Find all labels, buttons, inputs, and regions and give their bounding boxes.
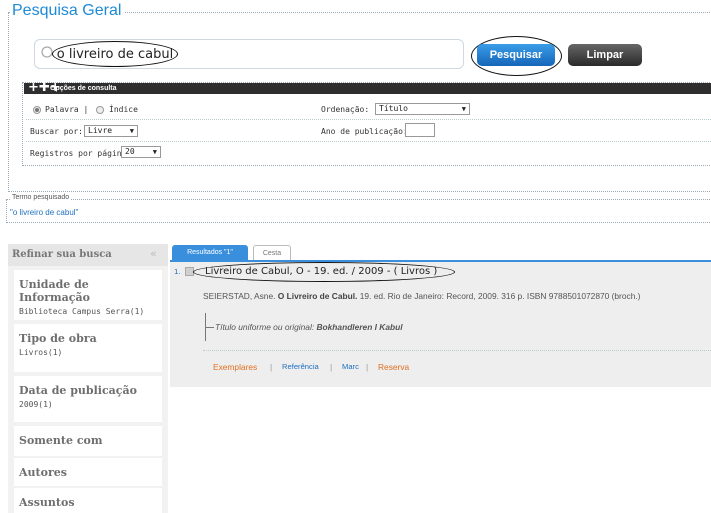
page-title: Pesquisa Geral xyxy=(10,2,126,20)
sort-select[interactable]: Título ▼ xyxy=(375,103,470,115)
facet-title: Tipo de obra xyxy=(19,332,97,345)
link-reserva[interactable]: Reserva xyxy=(378,362,409,372)
link-separator: | xyxy=(330,362,333,372)
chevron-down-icon: ▼ xyxy=(152,148,157,156)
facet-assuntos[interactable]: Assuntos xyxy=(14,488,162,513)
options-header[interactable] xyxy=(24,83,711,94)
facet-data[interactable]: Data de publicação 2009(1) xyxy=(14,376,162,422)
clear-button[interactable]: Limpar xyxy=(568,44,642,66)
search-button[interactable]: Pesquisar xyxy=(477,44,555,66)
facet-title: Assuntos xyxy=(19,496,75,509)
year-input[interactable] xyxy=(405,123,435,137)
tab-results[interactable]: Resultados "1" xyxy=(172,245,248,260)
divider xyxy=(26,119,711,120)
facet-value[interactable]: Biblioteca Campus Serra(1) xyxy=(19,307,157,316)
search-term-value: "o livreiro de cabul" xyxy=(10,208,79,217)
facet-tipo[interactable]: Tipo de obra Livros(1) xyxy=(14,324,162,372)
divider xyxy=(203,350,711,351)
uniform-value: Bokhandleren I Kabul xyxy=(316,322,403,332)
search-by-label: Buscar por: xyxy=(30,127,83,136)
result-author: SEIERSTAD, Asne. xyxy=(203,291,276,301)
search-term-title: Termo pesquisado xyxy=(10,194,72,201)
link-marc[interactable]: Marc xyxy=(342,362,359,371)
uniform-bracket-dash xyxy=(205,327,214,328)
per-page-select[interactable]: 20 ▼ xyxy=(121,146,161,158)
facet-title: Unidade de Informação xyxy=(19,278,90,304)
link-exemplares[interactable]: Exemplares xyxy=(213,362,257,372)
per-page-value: 20 xyxy=(125,147,135,156)
link-referencia[interactable]: Referência xyxy=(282,362,319,371)
uniform-label: Título uniforme ou original: xyxy=(215,322,315,332)
result-number: 1. xyxy=(174,268,181,276)
facet-somente[interactable]: Somente com xyxy=(14,426,162,456)
collapse-icon[interactable]: « xyxy=(150,247,157,260)
result-work-title: O Livreiro de Cabul. xyxy=(277,291,358,301)
search-by-value: Livre xyxy=(88,126,113,135)
radio-word[interactable] xyxy=(33,106,41,114)
uniform-title: Título uniforme ou original: Bokhandlere… xyxy=(215,322,403,332)
radio-word-label: Palavra | xyxy=(45,105,89,114)
result-details: 19. ed. Rio de Janeiro: Record, 2009. 31… xyxy=(359,291,641,301)
radio-index[interactable] xyxy=(96,106,104,114)
facet-title: Autores xyxy=(19,466,67,479)
link-separator: | xyxy=(270,362,273,372)
search-input[interactable]: o livreiro de cabul xyxy=(52,41,178,67)
sort-label: Ordenação: xyxy=(321,105,370,114)
options-title: Opções de consulta xyxy=(50,85,117,92)
facet-autores[interactable]: Autores xyxy=(14,458,162,486)
result-description: SEIERSTAD, Asne. O Livreiro de Cabul. 19… xyxy=(203,291,640,301)
chevron-down-icon: ▼ xyxy=(461,105,466,113)
sort-value: Título xyxy=(379,104,408,113)
radio-index-label: Índice xyxy=(109,105,138,114)
facet-unidade[interactable]: Unidade de Informação Biblioteca Campus … xyxy=(14,270,162,320)
facet-title: Somente com xyxy=(19,434,103,447)
search-by-select[interactable]: Livre ▼ xyxy=(84,125,138,137)
per-page-label: Registros por página: xyxy=(30,149,132,158)
facet-title: Data de publicação xyxy=(19,384,137,397)
year-label: Ano de publicação: xyxy=(321,127,408,136)
divider xyxy=(26,141,711,142)
result-title[interactable]: Livreiro de Cabul, O - 19. ed. / 2009 - … xyxy=(193,262,455,282)
sidebar-title: Refinar sua busca xyxy=(12,249,112,260)
search-term-panel xyxy=(6,199,711,223)
chevron-down-icon: ▼ xyxy=(129,127,134,135)
facet-value[interactable]: Livros(1) xyxy=(19,348,157,357)
facet-value[interactable]: 2009(1) xyxy=(19,400,157,409)
link-separator: | xyxy=(366,362,369,372)
tab-basket[interactable]: Cesta xyxy=(253,245,291,260)
